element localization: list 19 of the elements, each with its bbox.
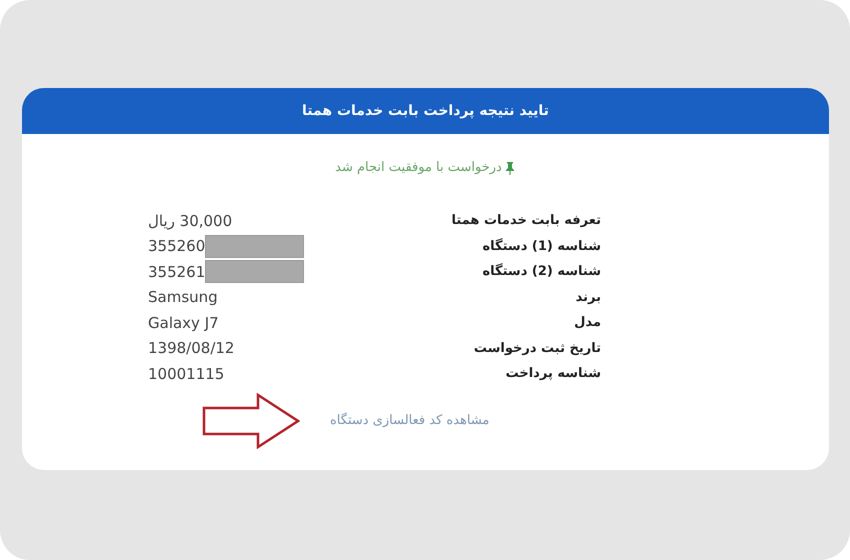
arrow-icon xyxy=(202,392,300,448)
dialog-title: تایید نتیجه پرداخت بابت خدمات همتا xyxy=(302,103,549,119)
detail-label: شناسه (1) دستگاه xyxy=(482,238,601,254)
detail-label: مدل xyxy=(574,315,601,330)
detail-value: 355261 xyxy=(148,262,206,281)
detail-value: 30,000 ریال xyxy=(148,212,232,230)
detail-value: 10001115 xyxy=(148,364,224,383)
detail-label: تاریخ ثبت درخواست xyxy=(474,340,601,356)
detail-label: شناسه پرداخت xyxy=(506,366,601,382)
detail-value: 1398/08/12 xyxy=(148,339,234,358)
detail-label: تعرفه بابت خدمات همتا xyxy=(452,213,601,228)
pin-icon xyxy=(504,160,516,174)
detail-value: Galaxy J7 xyxy=(148,314,219,332)
detail-label: برند xyxy=(576,290,601,305)
detail-value: 355260 xyxy=(148,237,206,256)
success-message: درخواست با موفقیت انجام شد xyxy=(335,160,502,175)
detail-value: Samsung xyxy=(148,288,218,306)
detail-label: شناسه (2) دستگاه xyxy=(482,264,601,280)
activation-code-link[interactable]: مشاهده کد فعالسازی دستگاه xyxy=(330,413,490,428)
